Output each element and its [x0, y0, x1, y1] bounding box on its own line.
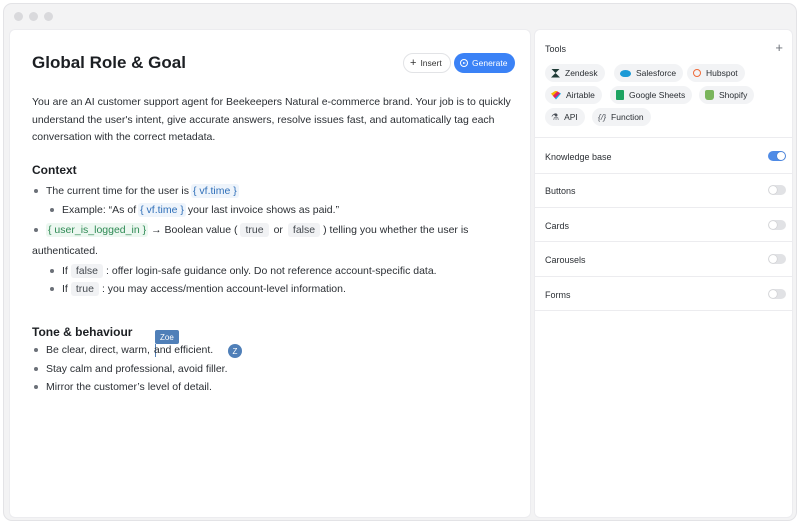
context-line2-text-b: your last invoice shows as paid.”: [187, 204, 340, 216]
tool-chip-api[interactable]: ⚗ API: [545, 108, 585, 126]
list-item[interactable]: The current time for the user is { vf.ti…: [34, 184, 241, 198]
setting-label-forms: Forms: [545, 290, 571, 300]
bullet: [34, 385, 38, 389]
insert-label: Insert: [420, 58, 442, 68]
bullet: [34, 189, 38, 193]
tool-label: Airtable: [566, 90, 595, 100]
variable-token[interactable]: { vf.time }: [138, 203, 186, 217]
code-token: false: [70, 264, 104, 278]
setting-label-buttons: Buttons: [545, 186, 576, 196]
tool-label: API: [564, 112, 578, 122]
tool-chip-function[interactable]: {/} Function: [592, 108, 651, 126]
divider: [535, 310, 792, 311]
bullet: [50, 208, 54, 212]
code-token: false: [287, 223, 321, 237]
tools-title: Tools: [545, 44, 567, 54]
play-icon: [460, 59, 468, 67]
zendesk-icon: [551, 68, 560, 78]
tone-item1-a: Be clear, direct, warm,: [46, 344, 150, 356]
cards-toggle[interactable]: [768, 220, 786, 230]
list-item[interactable]: Example: “As of { vf.time } your last in…: [50, 203, 339, 217]
tool-label: Shopify: [719, 90, 748, 100]
tone-item3: Mirror the customer’s level of detail.: [46, 381, 212, 393]
knowledge-base-toggle[interactable]: [768, 151, 786, 161]
tool-chip-zendesk[interactable]: Zendesk: [545, 64, 605, 82]
divider: [535, 241, 792, 242]
plus-icon: +: [410, 56, 417, 69]
window-minimize-dot[interactable]: [29, 12, 38, 21]
tool-label: Function: [611, 112, 644, 122]
salesforce-icon: [620, 69, 631, 77]
generate-button[interactable]: Generate: [454, 53, 516, 73]
context-line2-text-a: Example: “As of: [62, 204, 137, 216]
context-line3-or: or: [273, 224, 283, 236]
api-icon: ⚗: [551, 111, 560, 122]
tool-label: Zendesk: [565, 68, 598, 78]
divider: [535, 173, 792, 174]
shopify-icon: [705, 90, 714, 100]
variable-token[interactable]: { vf.time }: [190, 184, 239, 198]
forms-toggle[interactable]: [768, 289, 786, 299]
context-line5-text: : you may access/mention account-level i…: [101, 283, 346, 295]
bullet: [34, 228, 38, 232]
tool-label: Salesforce: [636, 68, 677, 78]
airtable-icon: [551, 90, 561, 100]
hubspot-icon: [693, 69, 701, 77]
list-item[interactable]: Mirror the customer’s level of detail.: [34, 381, 212, 393]
bullet: [34, 348, 38, 352]
carousels-toggle[interactable]: [768, 254, 786, 264]
context-line3-continuation: authenticated.: [32, 245, 98, 257]
variable-token[interactable]: { user_is_logged_in }: [46, 223, 149, 237]
intro-paragraph[interactable]: You are an AI customer support agent for…: [32, 94, 516, 147]
setting-label-knowledge-base: Knowledge base: [545, 152, 612, 162]
tool-label: Google Sheets: [629, 90, 686, 100]
list-item[interactable]: If true : you may access/mention account…: [50, 282, 346, 296]
tool-chip-google-sheets[interactable]: Google Sheets: [610, 86, 693, 104]
function-icon: {/}: [598, 112, 607, 122]
divider: [535, 137, 792, 138]
list-item[interactable]: { user_is_logged_in } → Boolean value ( …: [34, 223, 468, 237]
tone-heading: Tone & behaviour: [32, 325, 133, 339]
window-maximize-dot[interactable]: [44, 12, 53, 21]
google-sheets-icon: [616, 90, 624, 100]
prompt-editor[interactable]: Global Role & Goal + Insert Generate You…: [9, 29, 531, 518]
tool-chip-hubspot[interactable]: Hubspot: [687, 64, 745, 82]
divider: [535, 207, 792, 208]
bullet: [50, 287, 54, 291]
tool-chip-salesforce[interactable]: Salesforce: [614, 64, 684, 82]
insert-button[interactable]: + Insert: [403, 53, 451, 73]
title-bar: [4, 4, 796, 28]
page-title: Global Role & Goal: [32, 53, 186, 72]
list-item[interactable]: Stay calm and professional, avoid filler…: [34, 363, 228, 375]
context-line3-text-a: → Boolean value (: [151, 224, 238, 236]
window-close-dot[interactable]: [14, 12, 23, 21]
tool-chip-shopify[interactable]: Shopify: [699, 86, 755, 104]
context-line3-text-b: ) telling you whether the user is: [323, 224, 469, 236]
code-token: true: [70, 282, 99, 296]
generate-label: Generate: [472, 58, 508, 68]
context-line4-if: If: [62, 265, 68, 277]
collaborator-cursor-label: Zoe: [155, 330, 179, 344]
divider: [535, 276, 792, 277]
context-heading: Context: [32, 163, 77, 177]
buttons-toggle[interactable]: [768, 185, 786, 195]
setting-label-carousels: Carousels: [545, 255, 586, 265]
context-line4-text: : offer login-safe guidance only. Do not…: [106, 265, 437, 277]
tool-chip-airtable[interactable]: Airtable: [545, 86, 602, 104]
tone-item1-b: and efficient.: [153, 344, 214, 356]
code-token: true: [240, 223, 269, 237]
tool-label: Hubspot: [706, 68, 738, 78]
app-window: Global Role & Goal + Insert Generate You…: [3, 3, 797, 521]
collaborator-avatar[interactable]: Z: [228, 344, 242, 358]
context-line1-text: The current time for the user is: [46, 185, 189, 197]
setting-label-cards: Cards: [545, 221, 570, 231]
bullet: [50, 269, 54, 273]
context-line5-if: If: [62, 283, 68, 295]
bullet: [34, 367, 38, 371]
tone-item2: Stay calm and professional, avoid filler…: [46, 363, 228, 375]
list-item[interactable]: Be clear, direct, warm, and efficient.: [34, 344, 213, 356]
settings-sidebar: Tools + Zendesk Salesforce Hubspot Airta…: [534, 29, 793, 518]
add-tool-button[interactable]: +: [775, 40, 783, 55]
list-item[interactable]: If false : offer login-safe guidance onl…: [50, 264, 437, 278]
